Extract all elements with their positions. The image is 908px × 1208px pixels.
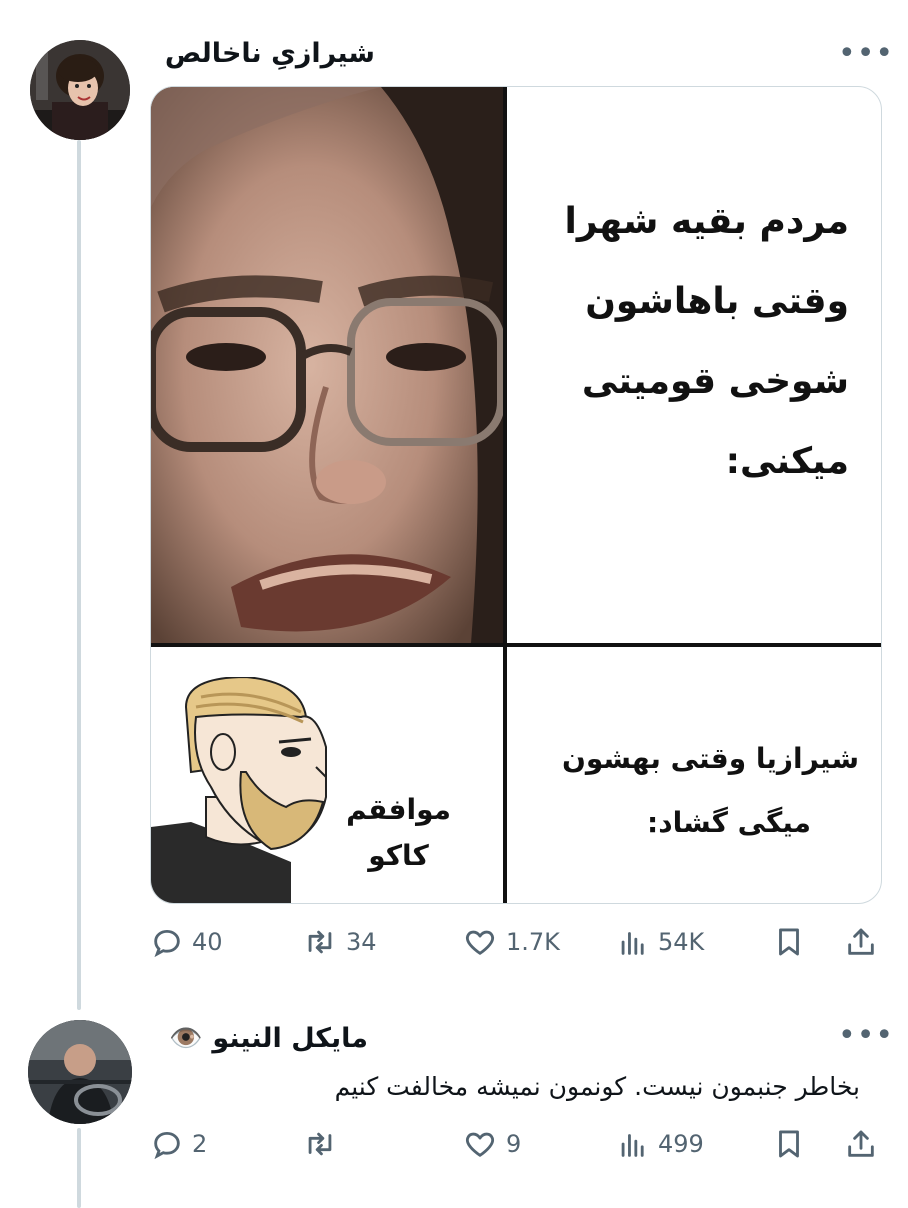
- repost-button[interactable]: 34: [302, 922, 377, 962]
- reply-reply-count: 2: [192, 1130, 208, 1158]
- reply-like-button[interactable]: 9: [462, 1124, 521, 1164]
- meme-divider-horizontal: [151, 643, 881, 647]
- eye-emoji-icon: 👁️: [169, 1023, 203, 1054]
- views-icon: [621, 932, 644, 955]
- like-button[interactable]: 1.7K: [462, 922, 560, 962]
- post-image[interactable]: مردم بقیه شهرا وقتی باهاشون شوخی قومیتی …: [150, 86, 882, 904]
- repost-icon: [308, 1132, 332, 1156]
- meme-line: میکنی:: [725, 441, 849, 482]
- views-button[interactable]: 54K: [616, 922, 704, 962]
- reply-icon: [154, 929, 180, 958]
- reply-author-name[interactable]: مایکل النینو 👁️: [169, 1022, 368, 1054]
- repost-icon: [308, 930, 332, 954]
- meme-line: مردم بقیه شهرا: [564, 201, 849, 242]
- meme-chad-illustration: [151, 675, 341, 903]
- meme-line: موافقم: [346, 793, 451, 826]
- like-icon: [466, 930, 494, 955]
- reply-reply-button[interactable]: 2: [150, 1124, 207, 1164]
- reply-like-count: 9: [506, 1130, 522, 1158]
- author-avatar[interactable]: [30, 40, 130, 140]
- meme-line: میگی گشاد:: [647, 806, 811, 839]
- repost-count: 34: [346, 928, 377, 956]
- author-name[interactable]: شیرازیِ ناخالص: [165, 38, 375, 69]
- bookmark-icon: [779, 1130, 799, 1158]
- meme-line: کاکو: [368, 839, 429, 872]
- meme-line: وقتی باهاشون: [585, 281, 849, 322]
- reply-share-button[interactable]: [844, 1124, 878, 1164]
- reply-author-avatar[interactable]: [28, 1020, 132, 1124]
- share-icon: [848, 1130, 874, 1157]
- views-icon: [621, 1134, 644, 1157]
- share-icon: [848, 928, 874, 955]
- reply-button[interactable]: 40: [150, 922, 223, 962]
- meme-divider-vertical: [503, 87, 507, 903]
- views-count: 54K: [658, 928, 705, 956]
- reply-views-button[interactable]: 499: [616, 1124, 704, 1164]
- like-icon: [466, 1132, 494, 1157]
- reply-repost-button[interactable]: [302, 1124, 346, 1164]
- post-action-bar: 40 34 1.7K 54K: [150, 922, 880, 962]
- more-options-button[interactable]: •••: [838, 39, 894, 69]
- reply-bookmark-button[interactable]: [772, 1124, 806, 1164]
- meme-bottom-right-text: شیرازیا وقتی بهشون میگی گشاد:: [562, 727, 859, 855]
- reply-views-count: 499: [658, 1130, 704, 1158]
- meme-bottom-left-text: موافقم کاکو: [346, 787, 451, 879]
- meme-line: شوخی قومیتی: [581, 361, 849, 402]
- thread-line-bottom: [77, 1128, 81, 1208]
- thread-line-top: [77, 140, 81, 1010]
- reply-action-bar: 2 9 499: [150, 1124, 880, 1164]
- share-button[interactable]: [844, 922, 878, 962]
- reply-text: بخاطر جنبمون نیست. کونمون نمیشه مخالفت ک…: [334, 1072, 860, 1101]
- meme-line: شیرازیا وقتی بهشون: [561, 742, 859, 775]
- meme-top-right-text: مردم بقیه شهرا وقتی باهاشون شوخی قومیتی …: [565, 182, 849, 502]
- meme-face-photo: [151, 87, 503, 643]
- like-count: 1.7K: [506, 928, 560, 956]
- bookmark-icon: [779, 928, 799, 956]
- bookmark-button[interactable]: [772, 922, 806, 962]
- reply-icon: [154, 1131, 180, 1160]
- reply-more-options-button[interactable]: •••: [838, 1021, 894, 1051]
- reply-count: 40: [192, 928, 223, 956]
- reply-author-name-text: مایکل النینو: [212, 1023, 368, 1054]
